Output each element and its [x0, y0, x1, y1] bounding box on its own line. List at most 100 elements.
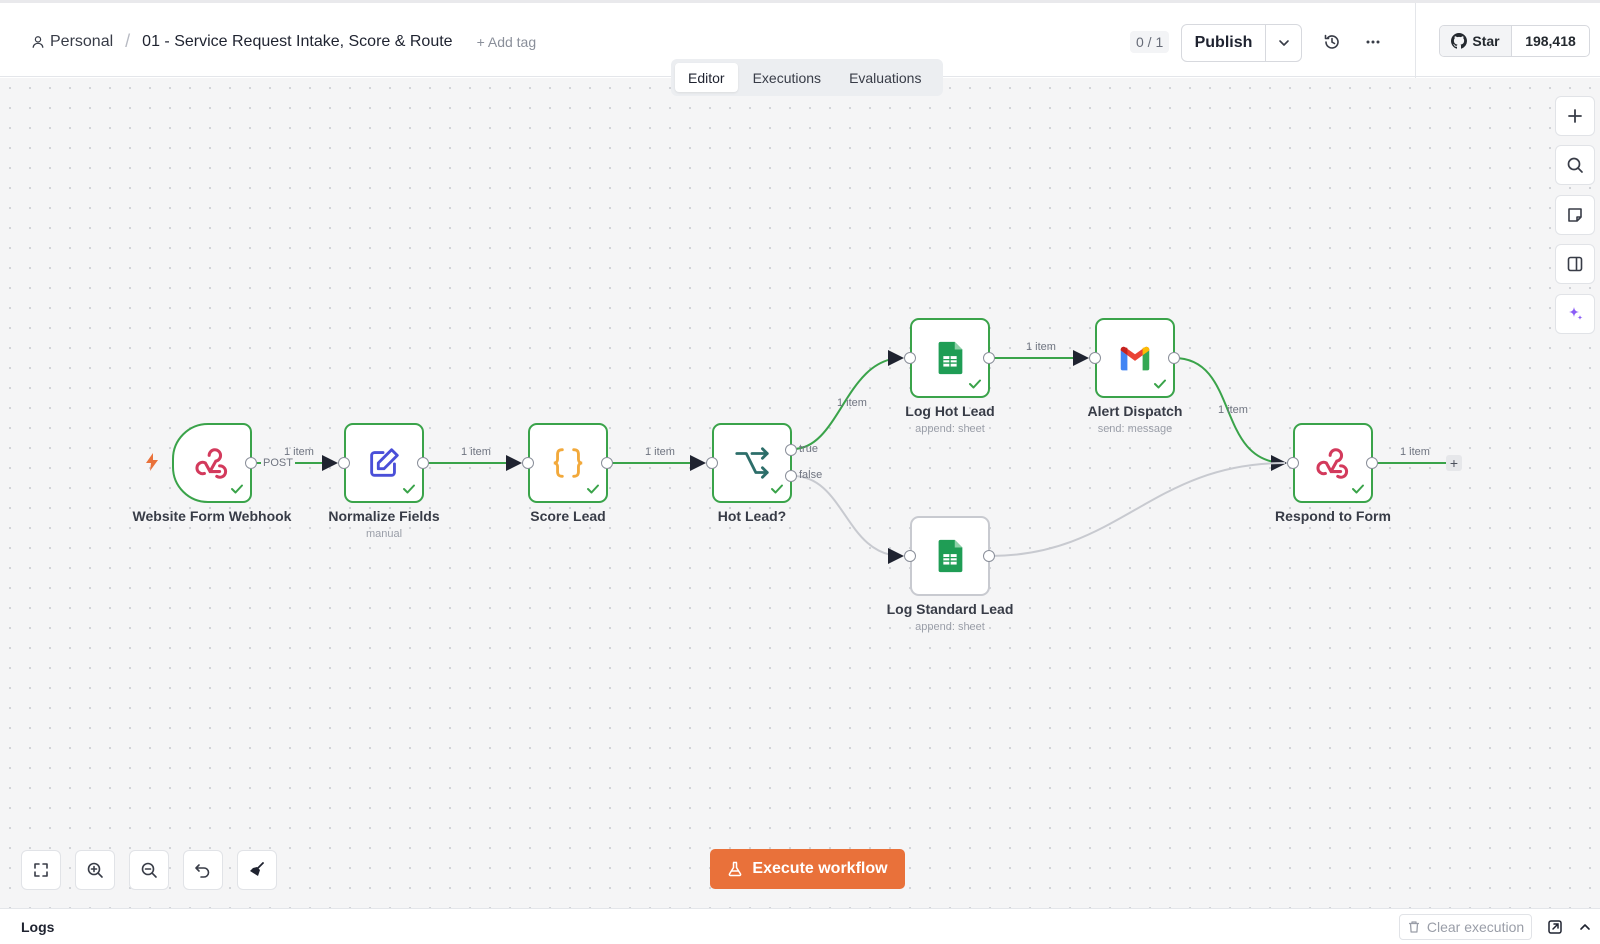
node-label: Score Lead [530, 508, 606, 524]
node-website-form-webhook[interactable] [172, 423, 252, 503]
user-icon [32, 35, 44, 48]
output-port[interactable] [1366, 457, 1378, 469]
output-port[interactable] [1168, 352, 1180, 364]
search-nodes-button[interactable] [1555, 145, 1595, 185]
logs-panel-bar[interactable]: Logs Clear execution [0, 908, 1600, 944]
chevron-down-icon [1278, 40, 1289, 46]
edge-method-label: POST [261, 457, 295, 469]
node-alert-dispatch[interactable] [1095, 318, 1175, 398]
trash-icon [1408, 921, 1419, 933]
breadcrumb-separator: / [125, 31, 131, 51]
node-hot-lead[interactable] [712, 423, 792, 503]
input-port[interactable] [904, 550, 916, 562]
tab-editor[interactable]: Editor [675, 63, 738, 92]
success-check-icon [403, 484, 415, 494]
github-star-widget[interactable]: Star 198,418 [1439, 25, 1590, 57]
success-check-icon [771, 484, 783, 494]
success-check-icon [969, 379, 981, 389]
clear-execution-button[interactable]: Clear execution [1399, 914, 1532, 940]
output-port[interactable] [983, 352, 995, 364]
sticky-note-button[interactable] [1555, 195, 1595, 235]
webhook-icon [195, 448, 228, 479]
pop-out-icon[interactable] [1547, 919, 1563, 935]
fit-view-button[interactable] [21, 850, 61, 890]
edge-true-label: true [799, 443, 818, 455]
node-subtitle: append: sheet [915, 423, 985, 435]
input-port[interactable] [338, 457, 350, 469]
logs-title: Logs [21, 919, 55, 935]
view-tabs: Editor Executions Evaluations [671, 59, 943, 96]
zoom-in-button[interactable] [75, 850, 115, 890]
input-port[interactable] [522, 457, 534, 469]
publish-dropdown-button[interactable] [1266, 25, 1301, 61]
tab-evaluations[interactable]: Evaluations [836, 63, 934, 92]
zoom-out-icon [141, 862, 157, 878]
toggle-panel-button[interactable] [1555, 244, 1595, 284]
search-icon [1567, 157, 1583, 173]
webhook-icon [1316, 448, 1349, 479]
clear-execution-label: Clear execution [1426, 919, 1525, 935]
header-divider [1415, 3, 1416, 80]
output-port[interactable] [417, 457, 429, 469]
google-sheets-icon [938, 539, 963, 573]
tab-executions[interactable]: Executions [740, 63, 834, 92]
node-subtitle: manual [365, 528, 403, 540]
edit-icon [370, 448, 399, 477]
ai-assistant-button[interactable] [1555, 294, 1595, 334]
output-port[interactable] [601, 457, 613, 469]
trigger-bolt-icon [146, 453, 158, 471]
execute-workflow-button[interactable]: Execute workflow [710, 849, 905, 889]
execute-workflow-label: Execute workflow [752, 860, 888, 877]
more-options-icon[interactable] [1364, 33, 1382, 51]
add-tag-button[interactable]: + Add tag [477, 34, 537, 50]
node-log-standard-lead[interactable] [910, 516, 990, 596]
node-label: Hot Lead? [717, 508, 787, 524]
input-port[interactable] [904, 352, 916, 364]
node-normalize-fields[interactable] [344, 423, 424, 503]
node-label: Website Form Webhook [132, 508, 292, 524]
output-port-false[interactable] [785, 470, 797, 482]
workflow-title[interactable]: 01 - Service Request Intake, Score & Rou… [142, 33, 452, 51]
zoom-out-button[interactable] [129, 850, 169, 890]
history-icon[interactable] [1323, 33, 1341, 51]
publish-button[interactable]: Publish [1182, 25, 1266, 61]
edge-item-count: 1 item [1026, 341, 1056, 353]
input-port[interactable] [1287, 457, 1299, 469]
sticky-note-icon [1568, 208, 1582, 222]
flask-icon [729, 861, 742, 877]
edge-item-count: 1 item [461, 446, 491, 458]
edge-item-count: 1 item [645, 446, 675, 458]
node-log-hot-lead[interactable] [910, 318, 990, 398]
output-port[interactable] [245, 457, 257, 469]
chevron-up-icon[interactable] [1577, 919, 1593, 935]
fit-view-icon [34, 863, 48, 877]
node-respond-to-form[interactable] [1293, 423, 1373, 503]
input-port[interactable] [706, 457, 718, 469]
github-star-button[interactable]: Star [1440, 26, 1512, 56]
version-counter: 0 / 1 [1130, 31, 1170, 53]
output-port-true[interactable] [785, 444, 797, 456]
success-check-icon [1352, 484, 1364, 494]
success-check-icon [587, 484, 599, 494]
node-label: Log Hot Lead [905, 403, 995, 419]
publish-button-group: Publish [1181, 24, 1302, 62]
add-node-button[interactable]: + [1446, 455, 1462, 471]
edge-item-count: 1 item [1400, 446, 1430, 458]
zoom-in-icon [87, 862, 103, 878]
node-subtitle: append: sheet [915, 621, 985, 633]
google-sheets-icon [938, 341, 963, 375]
success-check-icon [1154, 379, 1166, 389]
input-port[interactable] [1089, 352, 1101, 364]
node-label: Log Standard Lead [886, 601, 1014, 617]
output-port[interactable] [983, 550, 995, 562]
undo-button[interactable] [183, 850, 223, 890]
gmail-icon [1120, 346, 1150, 371]
github-star-label: Star [1472, 33, 1500, 49]
add-node-panel-button[interactable] [1555, 96, 1595, 136]
broom-icon [250, 862, 264, 876]
tidy-up-button[interactable] [237, 850, 277, 890]
breadcrumb-project[interactable]: Personal [50, 33, 113, 51]
node-label: Alert Dispatch [1087, 403, 1183, 419]
node-label: Normalize Fields [328, 508, 440, 524]
node-score-lead[interactable] [528, 423, 608, 503]
